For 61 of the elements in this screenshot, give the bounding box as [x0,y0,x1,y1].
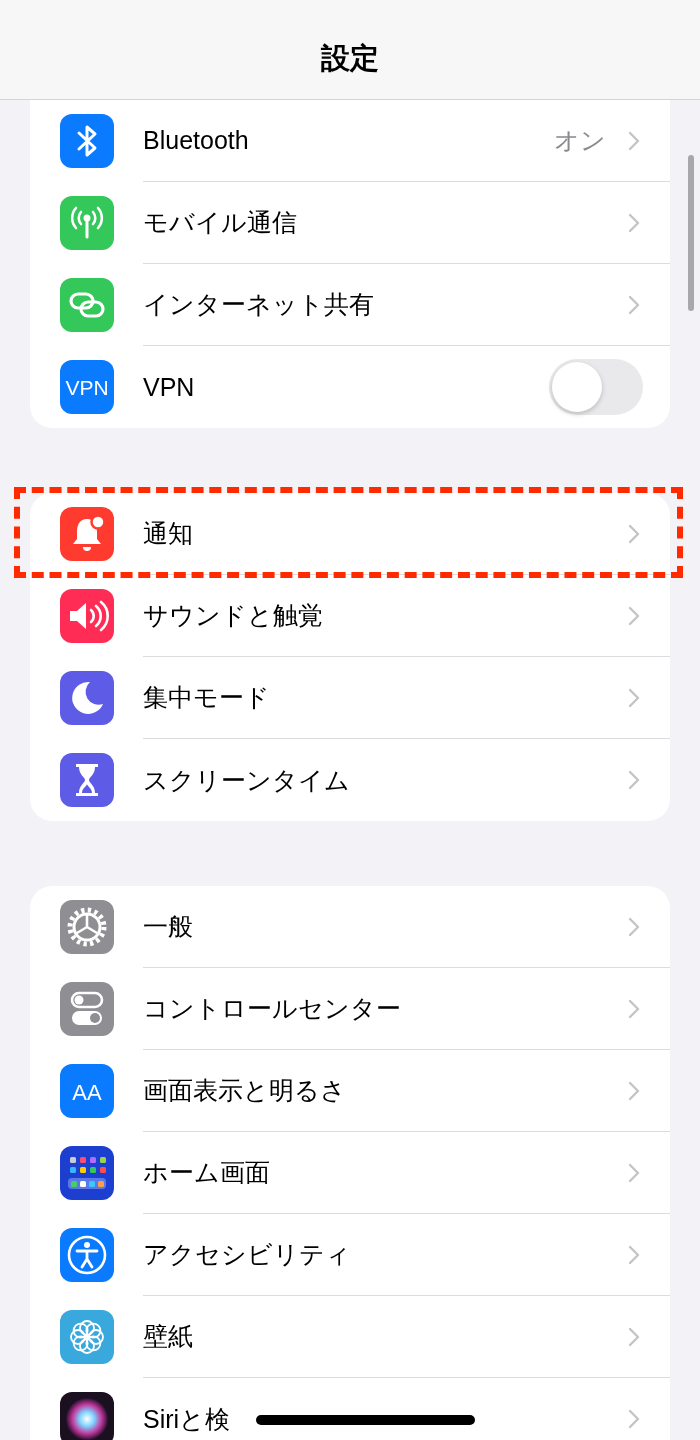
gear-icon [60,900,114,954]
settings-row[interactable]: スクリーンタイム [30,739,670,821]
chevron-icon [628,770,640,790]
settings-row[interactable]: Bluetooth オン [30,100,670,182]
row-label: ホーム画面 [143,1157,270,1188]
settings-row[interactable]: 通知 [30,493,670,575]
flower-icon [60,1310,114,1364]
settings-row[interactable]: コントロールセンター [30,968,670,1050]
orb-icon [60,1392,114,1440]
row-label: Bluetooth [143,126,249,155]
bell-icon [60,507,114,561]
settings-row[interactable]: VPN VPN [30,346,670,428]
accessibility-icon [60,1228,114,1282]
chevron-icon [628,523,640,544]
row-label: 一般 [143,911,193,942]
chevron-icon [628,1326,640,1347]
settings-row[interactable]: インターネット共有 [30,264,670,346]
chevron-icon [628,998,640,1019]
moon-icon [60,671,114,725]
row-label: 壁紙 [143,1321,193,1352]
chevron-icon [628,916,640,937]
toggle-switch[interactable] [549,359,643,415]
row-label: インターネット共有 [143,289,374,320]
row-label: アクセシビリティ [143,1239,351,1270]
settings-row[interactable]: サウンドと触覚 [30,575,670,657]
text-size-icon: AA [60,1064,114,1118]
row-label: 集中モード [143,682,270,713]
row-label: サウンドと触覚 [143,600,323,631]
app-grid-icon [60,1146,114,1200]
screen-title: 設定 [321,40,379,76]
switches-icon [60,982,114,1036]
chevron-icon [628,212,640,233]
settings-row[interactable]: 集中モード [30,657,670,739]
chevron-icon [628,1080,640,1101]
row-label: Siriと検 [143,1403,231,1435]
row-label: モバイル通信 [143,207,297,238]
chevron-icon [628,687,640,708]
row-label: コントロールセンター [143,993,401,1024]
settings-row[interactable]: モバイル通信 [30,182,670,264]
chain-link-icon [60,278,114,332]
speaker-icon [60,589,114,643]
chevron-icon [628,294,640,315]
vpn-icon: VPN [60,360,114,414]
row-label: スクリーンタイム [143,764,350,796]
settings-row[interactable]: 壁紙 [30,1296,670,1378]
row-value: オン [554,125,606,156]
chevron-icon [628,1244,640,1265]
row-label: VPN [143,372,195,402]
hourglass-icon [60,753,114,807]
settings-row[interactable]: AA 画面表示と明るさ [30,1050,670,1132]
chevron-icon [628,1162,640,1183]
settings-row[interactable]: ホーム画面 [30,1132,670,1214]
chevron-icon [628,605,640,626]
settings-row[interactable]: アクセシビリティ [30,1214,670,1296]
row-label: 画面表示と明るさ [143,1075,346,1106]
antenna-icon [60,196,114,250]
settings-row[interactable]: 一般 [30,886,670,968]
chevron-icon [628,130,640,151]
row-label: 通知 [143,518,193,549]
chevron-icon [628,1409,640,1429]
bluetooth-icon [60,114,114,168]
